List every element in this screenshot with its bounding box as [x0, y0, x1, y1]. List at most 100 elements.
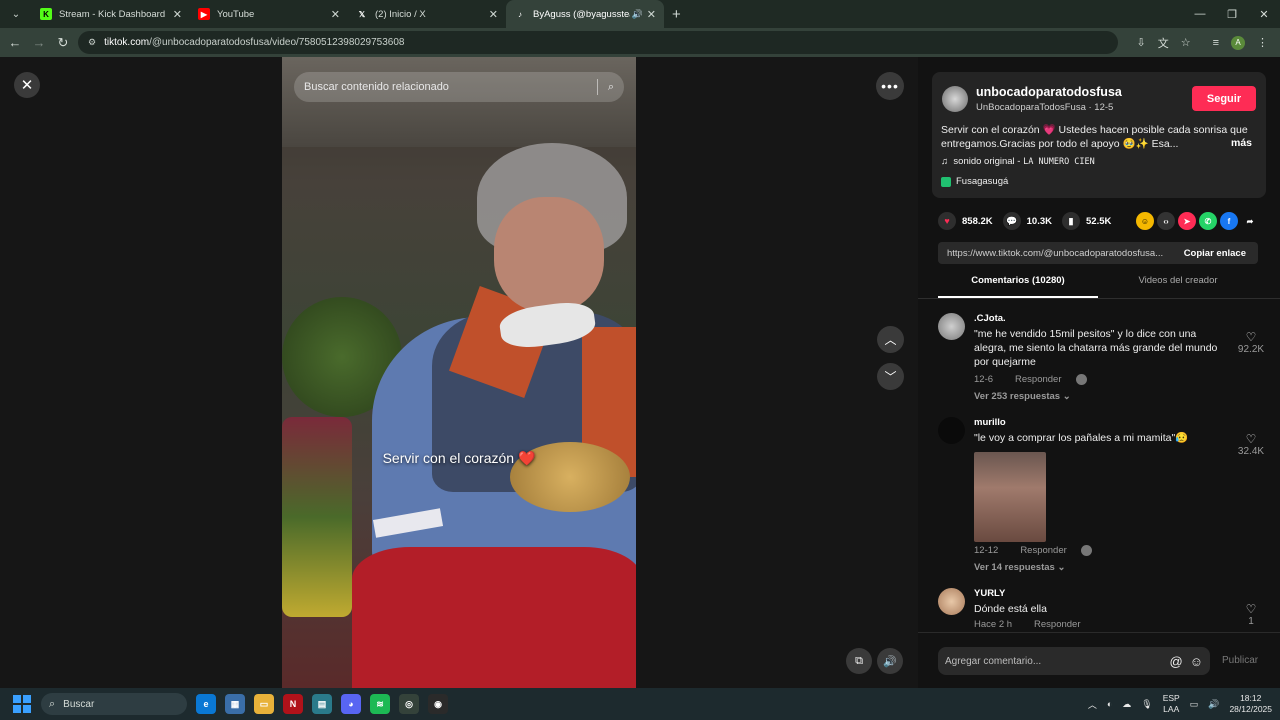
spotify-icon[interactable]: ≋ [370, 694, 390, 714]
comment-item: .CJota. "me he vendido 15mil pesitos" y … [938, 313, 1268, 408]
edge-icon[interactable]: e [196, 694, 216, 714]
comment-stat[interactable]: 💬 10.3K [1002, 212, 1052, 230]
post-side-panel: unbocadoparatodosfusa UnBocadoparaTodosF… [918, 57, 1280, 688]
copy-link-button[interactable]: Copiar enlace [1172, 248, 1258, 259]
clock[interactable]: 18:12 28/12/2025 [1229, 693, 1272, 715]
creator-liked-avatar [1080, 545, 1092, 556]
tab-tiktok[interactable]: ♪ ByAguss (@byagussteam) | 🔊 ✕ [506, 0, 664, 28]
facebook-icon[interactable]: f [1220, 212, 1238, 230]
volume-button[interactable]: 🔊 [877, 648, 903, 674]
related-search-input[interactable]: Buscar contenido relacionado ⌕ [294, 72, 624, 102]
video-player[interactable]: Buscar contenido relacionado ⌕ Servir co… [282, 57, 636, 688]
close-icon[interactable]: ✕ [173, 8, 182, 21]
share-link-url[interactable]: https://www.tiktok.com/@unbocadoparatodo… [947, 248, 1172, 259]
view-replies-button[interactable]: Ver 14 respuestas ⌄ [974, 562, 1065, 573]
view-replies-button[interactable]: Ver 253 respuestas ⌄ [974, 391, 1071, 402]
emoji-icon[interactable]: ☺ [1190, 654, 1203, 669]
netflix-icon[interactable]: N [283, 694, 303, 714]
close-icon[interactable]: ✕ [331, 8, 340, 21]
tab-x[interactable]: 𝕏 (2) Inicio / X ✕ [348, 0, 506, 28]
heart-outline-icon: ♡ [1245, 330, 1257, 344]
chevron-up-icon[interactable]: ︿ [1088, 698, 1097, 711]
window-close-button[interactable]: ✕ [1248, 0, 1280, 28]
comment-image[interactable] [974, 452, 1046, 542]
creator-username[interactable]: unbocadoparatodosfusa [976, 85, 1122, 99]
menu-kebab-icon[interactable]: ⋮ [1257, 36, 1268, 49]
install-app-icon[interactable]: ⇩ [1136, 36, 1145, 49]
search-icon[interactable]: ⌕ [608, 81, 614, 94]
music-line[interactable]: ♫ sonido original - LA NUMERO CIEN [941, 156, 1095, 167]
post-description: Servir con el corazón 💗 Ustedes hacen po… [941, 124, 1248, 150]
translate-icon[interactable]: 文 [1158, 35, 1169, 51]
tab-youtube[interactable]: ▶ YouTube ✕ [190, 0, 348, 28]
steam-icon[interactable]: ◐ [1107, 699, 1112, 709]
comment-input[interactable]: Agregar comentario... @ ☺ [938, 647, 1210, 675]
follow-button[interactable]: Seguir [1192, 86, 1256, 111]
new-tab-button[interactable]: + [672, 6, 681, 23]
more-options-button[interactable]: ••• [876, 72, 904, 100]
picture-in-picture-button[interactable]: ⧉ [846, 648, 872, 674]
taskbar-search[interactable]: ⌕ Buscar [41, 693, 187, 715]
media-controls-icon[interactable]: ≡ [1213, 37, 1219, 49]
mention-icon[interactable]: @ [1170, 654, 1183, 669]
site-info-icon[interactable]: ⚙ [88, 37, 96, 48]
microphone-icon[interactable]: 🎙 [1141, 699, 1152, 710]
chrome-icon[interactable]: ◎ [399, 694, 419, 714]
comment-like-button[interactable]: ♡ 32.4K [1234, 432, 1268, 457]
comment-like-button[interactable]: ♡ 92.2K [1234, 330, 1268, 355]
whatsapp-icon[interactable]: ✆ [1199, 212, 1217, 230]
embed-icon[interactable]: ‹› [1157, 212, 1175, 230]
tab-comments[interactable]: Comentarios (10280) [938, 275, 1098, 298]
next-video-button[interactable]: ﹀ [877, 363, 904, 390]
bookmark-icon: ▮ [1062, 212, 1080, 230]
commenter-name[interactable]: .CJota. [974, 313, 1006, 324]
save-stat[interactable]: ▮ 52.5K [1062, 212, 1111, 230]
commenter-avatar[interactable] [938, 417, 965, 444]
commenter-name[interactable]: murillo [974, 417, 1006, 428]
minimize-button[interactable]: — [1184, 0, 1216, 28]
publish-button[interactable]: Publicar [1222, 655, 1258, 666]
gift-share-icon[interactable]: ☺ [1136, 212, 1154, 230]
like-stat[interactable]: ♥ 858.2K [938, 212, 993, 230]
store-icon[interactable]: ▦ [225, 694, 245, 714]
network-icon[interactable]: ▭ [1190, 699, 1199, 710]
location-icon [941, 176, 951, 187]
reply-button[interactable]: Responder [1020, 545, 1066, 556]
obs-icon[interactable]: ◉ [428, 694, 448, 714]
taskbar: ⌕ Buscar e ▦ ▭ N ▤ ◕ ≋ ◎ ◉ ︿ ◐ ☁ 🎙 ESP LAA… [0, 688, 1280, 720]
share-arrow-icon[interactable]: ➦ [1241, 212, 1259, 230]
tab-kick[interactable]: K Stream - Kick Dashboard ✕ [32, 0, 190, 28]
creator-liked-avatar [1075, 374, 1087, 385]
forward-button[interactable]: → [27, 35, 51, 50]
discord-icon[interactable]: ◕ [341, 694, 361, 714]
reply-button[interactable]: Responder [1034, 619, 1080, 630]
windows-start-icon[interactable] [13, 695, 31, 713]
close-icon[interactable]: ✕ [647, 8, 656, 21]
previous-video-button[interactable]: ︿ [877, 326, 904, 353]
tab-creator-videos[interactable]: Videos del creador [1098, 275, 1258, 298]
bookmark-star-icon[interactable]: ☆ [1181, 36, 1191, 49]
onedrive-icon[interactable]: ☁ [1122, 699, 1131, 710]
commenter-avatar[interactable] [938, 588, 965, 615]
reply-button[interactable]: Responder [1015, 374, 1061, 385]
volume-icon[interactable]: 🔊 [1208, 699, 1219, 710]
tab-search-button[interactable]: ⌄ [6, 4, 26, 24]
restore-button[interactable]: ❐ [1216, 0, 1248, 28]
language-indicator[interactable]: ESP LAA [1163, 693, 1180, 715]
app-icon[interactable]: ▤ [312, 694, 332, 714]
speaker-icon[interactable]: 🔊 [632, 9, 643, 20]
address-bar[interactable]: ⚙ tiktok.com/@unbocadoparatodosfusa/vide… [78, 31, 1118, 54]
close-video-button[interactable]: ✕ [14, 72, 40, 98]
comment-like-button[interactable]: ♡ 1 [1234, 602, 1268, 627]
profile-avatar[interactable]: A [1231, 35, 1245, 50]
reload-button[interactable]: ↻ [51, 35, 75, 51]
send-icon[interactable]: ➤ [1178, 212, 1196, 230]
commenter-avatar[interactable] [938, 313, 965, 340]
location-tag[interactable]: Fusagasugá [941, 176, 1008, 187]
file-explorer-icon[interactable]: ▭ [254, 694, 274, 714]
creator-avatar[interactable] [942, 86, 968, 112]
commenter-name[interactable]: YURLY [974, 588, 1005, 599]
close-icon[interactable]: ✕ [489, 8, 498, 21]
back-button[interactable]: ← [3, 35, 27, 50]
more-link[interactable]: más [1231, 137, 1252, 149]
